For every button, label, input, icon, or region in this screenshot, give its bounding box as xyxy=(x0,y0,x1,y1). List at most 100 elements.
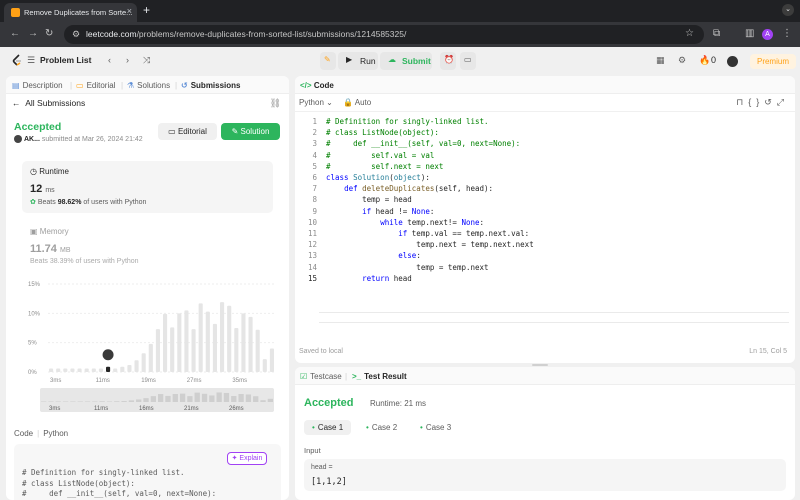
code-line: else: xyxy=(398,251,421,261)
extensions-icon[interactable]: ⧉ xyxy=(713,28,720,39)
solution-button[interactable]: ✎ Solution xyxy=(221,123,280,140)
next-problem-icon[interactable]: › xyxy=(126,55,129,65)
fullscreen-icon[interactable]: ⤢ xyxy=(777,97,789,107)
settings-gear-icon[interactable]: ⚙ xyxy=(678,55,686,66)
chart-bar[interactable] xyxy=(148,343,153,372)
chart-bar[interactable] xyxy=(163,313,168,372)
leetcode-logo-icon[interactable] xyxy=(12,54,22,68)
chevron-down-icon: ⌄ xyxy=(326,98,333,107)
overview-tick-label: 3ms xyxy=(49,406,60,412)
forward-arrow-icon[interactable]: → xyxy=(28,28,38,39)
chart-bar[interactable] xyxy=(269,348,274,372)
chart-bar[interactable] xyxy=(134,360,139,372)
chart-bar[interactable] xyxy=(113,368,118,372)
debug-button[interactable]: ✎ xyxy=(320,52,336,70)
chart-bar[interactable] xyxy=(262,359,267,372)
timer-button[interactable]: ⏰ xyxy=(440,52,456,70)
browser-tab[interactable]: Remove Duplicates from Sorte... × xyxy=(4,3,137,22)
case-1-tab[interactable]: • Case 1 xyxy=(304,420,352,435)
tab-editorial[interactable]: ▭ Editorial xyxy=(76,81,115,90)
notes-button[interactable]: ▭ xyxy=(460,52,476,70)
problem-list-link[interactable]: Problem List xyxy=(40,55,91,65)
chart-bar[interactable] xyxy=(170,327,175,372)
chart-bar[interactable] xyxy=(155,329,160,372)
chart-bar[interactable] xyxy=(98,368,103,372)
chart-bar[interactable] xyxy=(77,368,82,372)
highlighted-bar[interactable] xyxy=(106,366,111,372)
memory-title[interactable]: ▣ Memory xyxy=(30,227,69,236)
close-tab-icon[interactable]: × xyxy=(127,6,132,16)
alarm-icon: ⏰ xyxy=(444,55,454,64)
chart-bar[interactable] xyxy=(49,368,54,372)
left-panel-tabs: ▤ Description | ▭ Editorial | ⚗ Solutions |… xyxy=(6,76,289,94)
code-editor[interactable]: 1 2 3 4 5 6 7 8 9 10 11 12 13 14 15 # Definition for s… xyxy=(295,116,795,323)
language-select[interactable]: Python ⌄ xyxy=(299,98,333,107)
run-button[interactable]: ▶ Run xyxy=(338,52,378,70)
fire-icon[interactable]: 🔥 xyxy=(699,55,710,66)
case-2-tab[interactable]: • Case 2 xyxy=(358,420,405,435)
cursor-position: Ln 15, Col 5 xyxy=(749,348,787,355)
x-tick-label: 19ms xyxy=(141,378,156,384)
chart-bar[interactable] xyxy=(220,302,225,372)
profile-avatar[interactable]: A xyxy=(762,29,773,40)
explain-button[interactable]: ✦ Explain xyxy=(227,452,267,465)
submit-button[interactable]: ☁ Submit xyxy=(380,52,432,70)
tab-search-chevron-icon[interactable]: ⌄ xyxy=(782,4,794,16)
chart-bar[interactable] xyxy=(120,366,125,372)
layout-icon[interactable]: ▦ xyxy=(656,55,665,66)
tab-submissions[interactable]: ↺ Submissions xyxy=(181,81,241,90)
runtime-card[interactable]: ◷ Runtime 12 ms ✿ Beats 98.62% of users … xyxy=(22,161,273,213)
chart-bar[interactable] xyxy=(177,313,182,372)
premium-button[interactable]: Premium xyxy=(750,54,796,69)
panel-resize-handle[interactable] xyxy=(532,364,548,366)
chart-bar[interactable] xyxy=(141,353,146,372)
chart-bar[interactable] xyxy=(205,311,210,372)
chart-bar[interactable] xyxy=(212,323,217,372)
new-tab-button[interactable]: + xyxy=(143,3,150,17)
line-number: 12 xyxy=(307,240,317,250)
chart-bar[interactable] xyxy=(56,368,61,372)
runtime-distribution-chart[interactable]: 15% 10% 5% 0% 3ms 11ms 19ms 27ms 35ms xyxy=(14,276,284,388)
share-link-icon[interactable]: ⛓ xyxy=(270,98,281,109)
case-3-tab[interactable]: • Case 3 xyxy=(412,420,459,435)
reload-icon[interactable]: ↻ xyxy=(45,28,53,39)
reset-icon[interactable]: ↺ xyxy=(764,97,777,107)
address-bar[interactable]: ⚙ leetcode.com/problems/remove-duplicate… xyxy=(64,25,704,44)
all-submissions-link[interactable]: ← All Submissions xyxy=(12,98,85,108)
chart-bar[interactable] xyxy=(184,310,189,372)
chart-bar[interactable] xyxy=(191,329,196,372)
tab-solutions[interactable]: ⚗ Solutions xyxy=(127,81,170,90)
braces-icon[interactable]: {} xyxy=(748,97,764,107)
editorial-button[interactable]: ▭ Editorial xyxy=(158,123,217,140)
chart-bar[interactable] xyxy=(234,328,239,372)
site-settings-icon[interactable]: ⚙ xyxy=(72,29,80,40)
chart-bar[interactable] xyxy=(127,364,132,372)
chart-bar[interactable] xyxy=(70,368,75,372)
chart-bar[interactable] xyxy=(84,368,89,372)
prev-problem-icon[interactable]: ‹ xyxy=(108,55,111,65)
auto-mode[interactable]: 🔒 Auto xyxy=(343,98,371,107)
user-avatar[interactable] xyxy=(727,56,738,67)
browser-menu-icon[interactable]: ⋮ xyxy=(782,28,792,39)
chart-bar[interactable] xyxy=(227,305,232,372)
chart-overview-slider[interactable]: 3ms 11ms 16ms 21ms 26ms xyxy=(40,388,274,412)
chart-bar[interactable] xyxy=(241,313,246,372)
side-panel-icon[interactable]: ▥ xyxy=(745,28,754,39)
chart-bar[interactable] xyxy=(255,329,260,372)
tab-testcase[interactable]: ☑ Testcase xyxy=(300,372,342,381)
chart-bar[interactable] xyxy=(63,368,68,372)
chart-bar[interactable] xyxy=(91,368,96,372)
current-line-highlight xyxy=(319,312,789,323)
bookmark-icon[interactable]: ⊓ xyxy=(736,97,748,107)
tab-code[interactable]: Code xyxy=(14,429,33,438)
shuffle-icon[interactable]: ⤨ xyxy=(143,55,150,66)
back-arrow-icon[interactable]: ← xyxy=(10,28,20,39)
code-line: class Solution(object): xyxy=(326,173,430,183)
chart-bar[interactable] xyxy=(248,316,253,372)
tab-language[interactable]: Python xyxy=(43,429,68,438)
bookmark-star-icon[interactable]: ☆ xyxy=(685,28,694,39)
tab-description[interactable]: ▤ Description xyxy=(12,81,63,90)
chart-bar[interactable] xyxy=(198,303,203,372)
tab-test-result[interactable]: >_ Test Result xyxy=(352,372,407,381)
code-content[interactable]: # Definition for singly-linked list. # cl… xyxy=(326,116,534,284)
